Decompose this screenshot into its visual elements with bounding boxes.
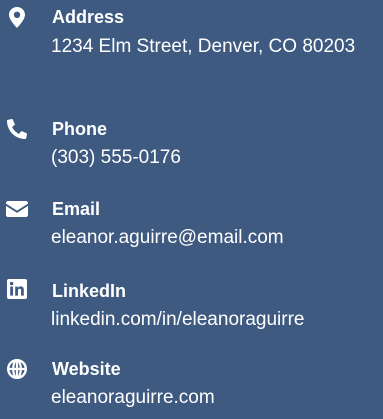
linkedin-icon bbox=[6, 278, 28, 300]
contact-item-address: Address 1234 Elm Street, Denver, CO 8020… bbox=[0, 0, 383, 100]
phone-label: Phone bbox=[52, 119, 108, 139]
contact-item-linkedin: LinkedIn linkedin.com/in/eleanoraguirre bbox=[0, 278, 383, 340]
linkedin-value: linkedin.com/in/eleanoraguirre bbox=[51, 309, 305, 330]
website-label: Website bbox=[52, 359, 121, 379]
contact-item-phone: Phone (303) 555-0176 bbox=[0, 116, 383, 178]
map-pin-icon bbox=[6, 6, 28, 28]
address-value: 1234 Elm Street, Denver, CO 80203 bbox=[51, 36, 356, 57]
globe-icon bbox=[6, 358, 28, 380]
email-label: Email bbox=[52, 199, 101, 219]
email-value: eleanor.aguirre@email.com bbox=[51, 227, 284, 248]
website-value: eleanoraguirre.com bbox=[51, 387, 215, 408]
phone-icon bbox=[6, 118, 28, 140]
contact-item-email: Email eleanor.aguirre@email.com bbox=[0, 196, 383, 258]
contact-item-website: Website eleanoraguirre.com bbox=[0, 356, 383, 418]
envelope-icon bbox=[6, 198, 28, 220]
contact-list: Address 1234 Elm Street, Denver, CO 8020… bbox=[0, 0, 383, 419]
linkedin-label: LinkedIn bbox=[52, 281, 127, 301]
phone-value: (303) 555-0176 bbox=[51, 147, 181, 168]
address-label: Address bbox=[52, 7, 125, 27]
